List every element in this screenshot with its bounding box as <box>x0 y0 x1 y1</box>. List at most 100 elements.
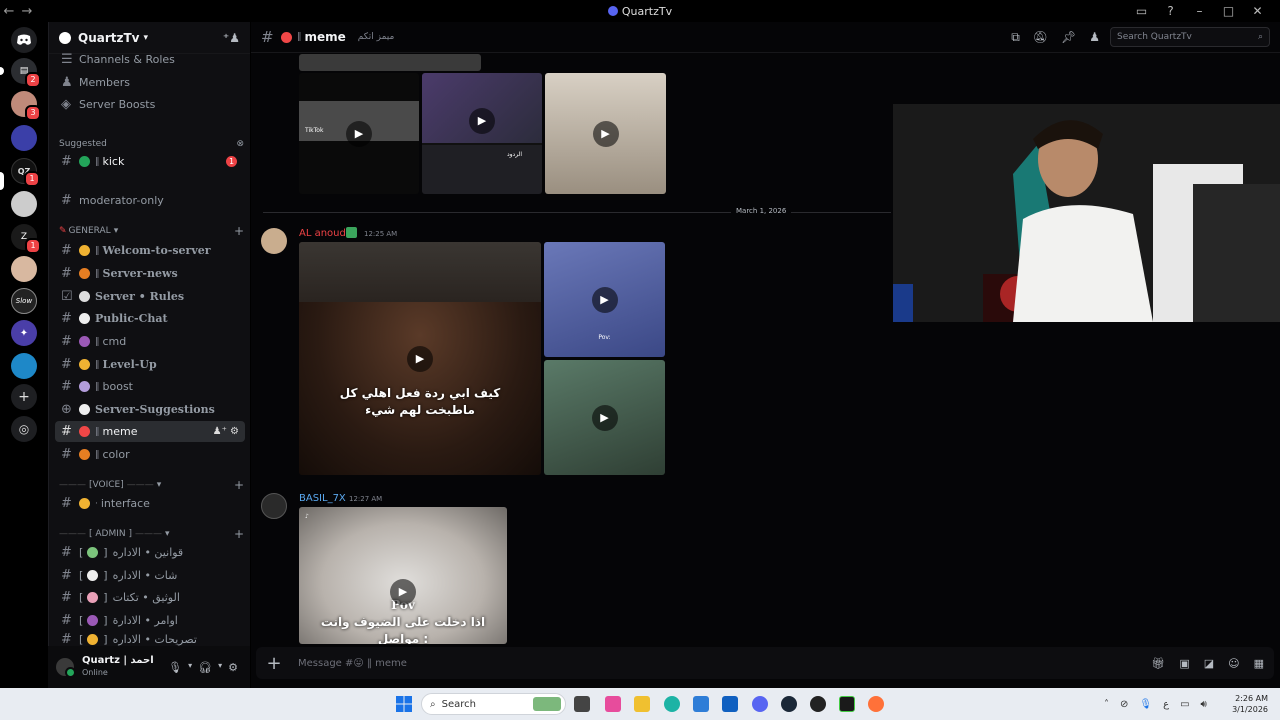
channel-level-up[interactable]: # ‖ Level-Up <box>55 354 245 375</box>
sticker-icon[interactable]: ◪ <box>1204 657 1214 670</box>
discord-taskbar-icon[interactable] <box>752 696 768 712</box>
search-input[interactable]: Search QuartzTv ⌕ <box>1110 27 1270 47</box>
create-channel-icon[interactable]: + <box>234 224 244 238</box>
headphones-icon[interactable]: 🎧︎ <box>198 661 212 674</box>
back-arrow-icon[interactable]: ← <box>0 4 18 19</box>
taskbar-search[interactable]: ⌕ Search <box>421 693 566 715</box>
server-icon-3[interactable] <box>11 125 37 151</box>
video-thumbnail[interactable]: TikTok ▶ <box>299 73 419 194</box>
message-author[interactable]: AL anoud <box>299 228 346 239</box>
chevron-down-icon[interactable]: ▾ <box>218 661 222 674</box>
discover-button[interactable]: ◎ <box>11 416 37 442</box>
dismiss-icon[interactable]: ⊗ <box>236 139 244 149</box>
task-view-icon[interactable] <box>574 696 590 712</box>
forward-arrow-icon[interactable]: → <box>18 4 36 19</box>
server-icon-6[interactable]: Z1 <box>11 224 41 254</box>
channels-and-roles[interactable]: ☰ Channels & Roles <box>55 49 245 70</box>
add-server-button[interactable]: + <box>11 384 37 410</box>
play-icon[interactable]: ▶ <box>592 120 619 147</box>
channel-meme[interactable]: # ‖ meme ♟⁺ ⚙ <box>55 421 245 442</box>
server-icon-9[interactable]: ✦ <box>11 320 37 346</box>
user-avatar[interactable] <box>56 658 76 678</box>
steam-icon[interactable] <box>781 696 797 712</box>
media-thumbnail[interactable] <box>299 54 481 71</box>
obs-icon[interactable] <box>810 696 826 712</box>
file-explorer-icon[interactable] <box>634 696 650 712</box>
threads-icon[interactable]: ⧉ <box>1011 30 1020 45</box>
channel-boost[interactable]: # ‖ boost <box>55 376 245 397</box>
attach-plus-icon[interactable]: + <box>256 653 292 674</box>
server-icon-5[interactable] <box>11 191 37 217</box>
kick-icon[interactable] <box>839 696 855 712</box>
microphone-icon[interactable]: 🎙︎ <box>1139 699 1152 710</box>
display-icon[interactable]: ▭ <box>1180 699 1189 710</box>
clock[interactable]: 2:26 AM 3/1/2026 <box>1232 693 1268 715</box>
play-icon[interactable]: ▶ <box>591 404 618 431</box>
store-icon[interactable] <box>693 696 709 712</box>
direct-messages-button[interactable] <box>11 27 37 53</box>
message-input-placeholder[interactable]: Message #😛 ‖ meme <box>298 658 407 669</box>
avatar[interactable] <box>261 228 287 254</box>
create-channel-icon[interactable]: + <box>234 478 244 492</box>
notifications-muted-icon[interactable]: 🔕︎ <box>1033 30 1048 45</box>
minimize-button[interactable]: – <box>1185 4 1214 18</box>
firefox-icon[interactable] <box>868 696 884 712</box>
gift-icon[interactable]: 🎁︎ <box>1151 657 1165 670</box>
server-icon-7[interactable] <box>11 256 37 282</box>
server-icon-quartztv[interactable]: QZ 1 <box>11 158 40 187</box>
channel-server-suggestions[interactable]: ⊕ Server-Suggestions <box>55 399 245 420</box>
category-general[interactable]: ✎ GENERAL ▾ + <box>59 223 244 239</box>
network-off-icon[interactable]: ⊘ <box>1120 699 1128 710</box>
chevron-up-icon[interactable]: ˄ <box>1104 699 1109 710</box>
channel-interface[interactable]: # · interface <box>55 493 245 514</box>
outlook-icon[interactable] <box>722 696 738 712</box>
channel-color[interactable]: # ‖ color <box>55 444 245 465</box>
video-thumbnail[interactable]: ▶ Pov: <box>544 242 665 357</box>
play-icon[interactable]: ▶ <box>346 120 372 147</box>
avatar[interactable] <box>261 493 287 519</box>
create-channel-icon[interactable]: + <box>234 527 244 541</box>
play-icon[interactable]: ▶ <box>390 578 416 605</box>
category-admin[interactable]: ———[ ADMIN ] ——— ▾ + <box>59 526 244 542</box>
apps-icon[interactable]: ▦ <box>1254 657 1264 670</box>
members[interactable]: ♟ Members <box>55 72 245 93</box>
play-icon[interactable]: ▶ <box>407 345 433 372</box>
channel-moderator-only[interactable]: # moderator-only <box>55 190 245 211</box>
channel-admin-tickets[interactable]: #[] الوثيق • تكتات <box>55 587 245 608</box>
channel-cmd[interactable]: # ‖ cmd <box>55 331 245 352</box>
channel-admin-statements[interactable]: #[] تصريحات • الاداره <box>55 632 245 646</box>
channel-admin-rules[interactable]: #[] قوانين • الاداره <box>55 542 245 563</box>
server-icon-2[interactable]: 3 <box>11 91 41 121</box>
message-author[interactable]: BASIL_7X <box>299 493 346 504</box>
microphone-icon[interactable]: 🎙︎ <box>168 661 182 674</box>
language-indicator[interactable]: ع <box>1163 699 1169 710</box>
category-voice[interactable]: ——— [VOICE] ——— ▾ + <box>59 477 244 493</box>
gear-icon[interactable]: ⚙ <box>228 661 238 674</box>
video-thumbnail[interactable]: ♪ Pov اذا دخلت على الضيوف وانت مواصل : ▶ <box>299 507 507 644</box>
channel-public-chat[interactable]: # Public-Chat <box>55 308 245 329</box>
help-icon[interactable]: ? <box>1156 4 1185 18</box>
channel-welcome[interactable]: # ‖ Welcom-to-server <box>55 240 245 261</box>
video-thumbnail[interactable]: ▶ كيف ابي ردة فعل اهلي كل ماطبخت لهم شيء <box>299 242 541 475</box>
emoji-icon[interactable]: ☺ <box>1228 657 1239 670</box>
channel-admin-commands[interactable]: #[] اوامر • الادارة <box>55 610 245 631</box>
video-thumbnail[interactable]: ▶ <box>545 73 666 194</box>
server-icon-10[interactable] <box>11 353 37 379</box>
play-icon[interactable]: ▶ <box>591 286 618 313</box>
video-thumbnail[interactable]: الردود ▶ <box>422 73 542 194</box>
message-composer[interactable]: + Message #😛 ‖ meme 🎁︎ ▣ ◪ ☺ ▦ <box>256 647 1274 679</box>
chevron-down-icon[interactable]: ▾ <box>188 661 192 674</box>
gif-icon[interactable]: ▣ <box>1179 657 1189 670</box>
member-list-icon[interactable]: ♟ <box>1089 30 1100 45</box>
channel-rules[interactable]: ☑ Server • Rules <box>55 286 245 307</box>
inbox-icon[interactable]: ▭ <box>1127 4 1156 18</box>
channel-server-news[interactable]: # ‖ Server-news <box>55 263 245 284</box>
video-thumbnail[interactable]: ▶ <box>544 360 665 475</box>
pin-icon[interactable]: 📌︎ <box>1061 30 1076 45</box>
windows-start-icon[interactable] <box>396 696 412 712</box>
server-icon-1[interactable]: ▤ 2 <box>11 58 41 88</box>
widgets-icon[interactable] <box>605 696 621 712</box>
server-boosts[interactable]: ◈ Server Boosts <box>55 94 245 115</box>
server-icon-8[interactable]: Slow <box>11 288 37 314</box>
volume-icon[interactable]: 🔊︎ <box>1201 699 1207 710</box>
